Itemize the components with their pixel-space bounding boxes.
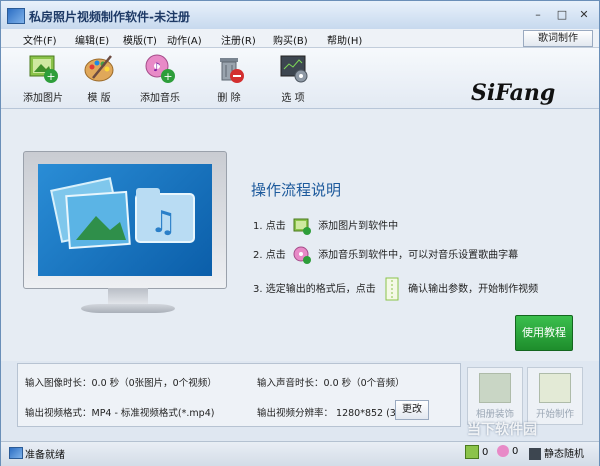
status-text: 准备就绪 [25,450,65,461]
step-2-prefix: 2. 点击 [253,250,286,261]
add-music-button[interactable]: ♪ + 添加音乐 [132,52,188,106]
monitor-stand [108,288,148,304]
svg-text:♫: ♫ [150,205,177,240]
template-label: 模 版 [87,93,111,104]
image-count-icon [465,445,479,459]
svg-text:♪: ♪ [153,60,161,74]
instructions-title: 操作流程说明 [251,181,342,199]
menu-action[interactable]: 动作(A) [167,32,202,47]
step-1-prefix: 1. 点击 [253,221,286,232]
change-button[interactable]: 更改 [395,400,429,420]
menu-buy[interactable]: 购买(B) [273,32,308,47]
mode-text: 静态随机 [544,449,584,460]
mode-indicator[interactable]: 静态随机 [529,445,584,460]
menu-bar: 文件(F) 编辑(E) 模版(T) 动作(A) 注册(R) 购买(B) 帮助(H… [1,29,599,48]
music-count: 0 [512,446,519,457]
watermark: 当下软件园 [467,422,537,438]
window-title: 私房照片视频制作软件-未注册 [29,10,190,24]
step-2-suffix: 添加音乐到软件中，可以对音乐设置歌曲字幕 [318,250,519,261]
step-1-suffix: 添加图片到软件中 [318,221,399,232]
monitor-screen: ♫ [38,164,212,276]
template-button[interactable]: 模 版 [71,52,127,106]
music-count-icon [497,445,509,457]
add-music-icon: ♪ + [144,52,176,84]
add-image-icon [293,217,311,235]
app-icon [7,8,25,24]
title-bar: 私房照片视频制作软件-未注册 – □ ✕ [1,1,599,29]
start-make-icon [539,373,571,403]
monitor-base [81,304,175,313]
image-duration-text: 输入图像时长：0.0 秒（0张图片，0个视频） [25,378,217,389]
menu-file[interactable]: 文件(F) [23,32,57,47]
maximize-button[interactable]: □ [553,8,571,22]
album-decoration-button[interactable]: 相册装饰 [467,367,523,425]
sifang-logo: SiFang [471,80,556,106]
step-2: 2. 点击 添加音乐到软件中，可以对音乐设置歌曲字幕 [253,246,518,264]
delete-button[interactable]: 删 除 [201,52,257,106]
step-3: 3. 选定输出的格式后，点击 确认输出参数，开始制作视频 [253,277,538,301]
image-count: 0 [482,447,489,458]
film-icon [529,448,541,460]
resolution-text: 输出视频分辨率： 1280*852 (3:2) [257,408,409,419]
music-counter: 0 [497,445,518,457]
audio-duration-text: 输入声音时长：0.0 秒（0个音频） [257,378,405,389]
delete-icon [213,52,245,84]
step-1: 1. 点击 添加图片到软件中 [253,217,398,235]
app-status-icon [9,447,23,459]
menu-edit[interactable]: 编辑(E) [75,32,109,47]
tutorial-button[interactable]: 使用教程 [515,315,573,351]
options-icon [277,52,309,84]
svg-text:+: + [46,70,55,83]
start-make-button[interactable]: 开始制作 [527,367,583,425]
svg-text:+: + [163,70,172,83]
menu-register[interactable]: 注册(R) [221,32,256,47]
video-format-text: 输出视频格式：MP4 - 标准视频格式(*.mp4) [25,408,215,419]
step-3-suffix: 确认输出参数，开始制作视频 [408,284,539,295]
palette-icon [83,52,115,84]
start-make-label: 开始制作 [535,409,574,420]
minimize-button[interactable]: – [529,8,547,22]
image-counter: 0 [465,445,488,459]
add-music-icon [293,246,311,264]
lyric-button[interactable]: 歌词制作 [523,30,593,47]
main-window: 私房照片视频制作软件-未注册 – □ ✕ 文件(F) 编辑(E) 模版(T) 动… [0,0,600,466]
close-button[interactable]: ✕ [575,8,593,22]
album-decoration-icon [479,373,511,403]
menu-help[interactable]: 帮助(H) [327,32,362,47]
add-image-label: 添加图片 [23,93,63,104]
step-3-prefix: 3. 选定输出的格式后，点击 [253,284,376,295]
menu-template[interactable]: 模版(T) [123,32,157,47]
monitor-illustration: ♫ [23,151,227,289]
delete-label: 删 除 [217,93,241,104]
add-image-icon: + [27,52,59,84]
add-music-label: 添加音乐 [140,93,180,104]
start-make-icon [383,277,401,301]
album-decoration-label: 相册装饰 [475,409,514,420]
options-label: 选 项 [281,93,305,104]
options-button[interactable]: 选 项 [265,52,321,106]
add-image-button[interactable]: + 添加图片 [15,52,71,106]
